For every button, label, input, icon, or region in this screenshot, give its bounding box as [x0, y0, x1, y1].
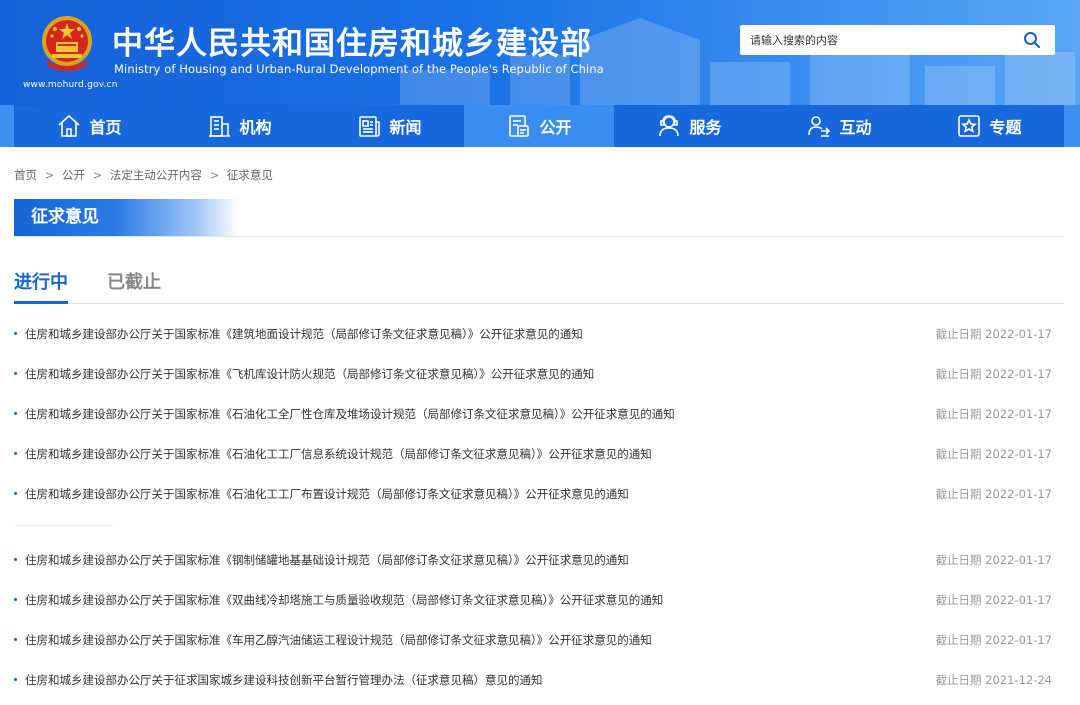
list-item-title[interactable]: 住房和城乡建设部办公厅关于征求国家城乡建设科技创新平台暂行管理办法（征求意见稿）… [25, 672, 543, 688]
bullet-dot [14, 638, 17, 641]
list-item[interactable]: 住房和城乡建设部办公厅关于国家标准《建筑地面设计规范（局部修订条文征求意见稿）》… [14, 316, 1054, 352]
search-icon[interactable] [1023, 31, 1041, 49]
nav-item-label: 机构 [239, 118, 272, 137]
list-item-date: 截止日期 2022-01-17 [935, 553, 1053, 567]
home-icon [58, 115, 81, 137]
site-header: www.mohurd.gov.cn 中华人民共和国住房和城乡建设部 Minist… [0, 0, 1080, 105]
nav-item-label: 互动 [839, 118, 872, 137]
list-item-date: 截止日期 2022-01-17 [935, 633, 1053, 647]
list-item[interactable]: 住房和城乡建设部办公厅关于国家标准《飞机库设计防火规范（局部修订条文征求意见稿）… [14, 356, 1054, 392]
list-item[interactable]: 住房和城乡建设部办公厅关于国家标准《双曲线冷却塔施工与质量验收规范（局部修订条文… [14, 582, 1054, 618]
site-title-english: Ministry of Housing and Urban-Rural Deve… [114, 62, 604, 76]
list-item-title[interactable]: 住房和城乡建设部办公厅关于国家标准《石油化工工厂布置设计规范（局部修订条文征求意… [25, 486, 629, 502]
list-item-date: 截止日期 2021-12-24 [935, 673, 1053, 687]
bullet-dot [14, 412, 17, 415]
nav-item-organization[interactable]: 机构 [164, 105, 314, 147]
site-title-chinese: 中华人民共和国住房和城乡建设部 [112, 26, 592, 62]
nav-item-label: 首页 [89, 118, 122, 137]
list-item[interactable]: 住房和城乡建设部办公厅关于国家标准《石油化工工厂信息系统设计规范（局部修订条文征… [14, 436, 1054, 472]
list-item[interactable]: 住房和城乡建设部办公厅关于征求国家城乡建设科技创新平台暂行管理办法（征求意见稿）… [14, 662, 1054, 698]
list-item-title[interactable]: 住房和城乡建设部办公厅关于国家标准《石油化工工厂信息系统设计规范（局部修订条文征… [25, 446, 652, 462]
list-item-title[interactable]: 住房和城乡建设部办公厅关于国家标准《钢制储罐地基基础设计规范（局部修订条文征求意… [25, 552, 629, 568]
list-item-date: 截止日期 2022-01-17 [935, 487, 1053, 501]
bullet-dot [14, 678, 17, 681]
search-input[interactable] [750, 31, 1010, 49]
main-nav-bar: 首页 机构 新闻 公开 服务 互动 专题 [14, 105, 1064, 147]
list-item-date: 截止日期 2022-01-17 [935, 593, 1053, 607]
list-item-title[interactable]: 住房和城乡建设部办公厅关于国家标准《建筑地面设计规范（局部修订条文征求意见稿）》… [25, 326, 583, 342]
interaction-icon [808, 116, 831, 137]
nav-item-interaction[interactable]: 互动 [764, 105, 914, 147]
tab-closed[interactable]: 已截止 [107, 268, 161, 304]
breadcrumb-statutory-disclosure[interactable]: 法定主动公开内容 [110, 168, 202, 182]
list-item[interactable]: 住房和城乡建设部办公厅关于国家标准《钢制储罐地基基础设计规范（局部修订条文征求意… [14, 542, 1054, 578]
list-group-divider [14, 525, 114, 526]
list-item-title[interactable]: 住房和城乡建设部办公厅关于国家标准《车用乙醇汽油储运工程设计规范（局部修订条文征… [25, 632, 652, 648]
nav-item-home[interactable]: 首页 [14, 105, 164, 147]
list-item-title[interactable]: 住房和城乡建设部办公厅关于国家标准《双曲线冷却塔施工与质量验收规范（局部修订条文… [25, 592, 663, 608]
nav-item-disclosure[interactable]: 公开 [464, 105, 614, 147]
bullet-dot [14, 452, 17, 455]
list-item[interactable]: 住房和城乡建设部办公厅关于国家标准《石油化工全厂性仓库及堆场设计规范（局部修订条… [14, 396, 1054, 432]
bullet-dot [14, 558, 17, 561]
nav-item-label: 新闻 [389, 118, 422, 137]
nav-item-label: 专题 [989, 118, 1022, 137]
section-title: 征求意见 [14, 199, 239, 236]
topic-star-icon [958, 115, 981, 137]
breadcrumb-disclosure[interactable]: 公开 [62, 168, 85, 182]
service-icon [659, 115, 680, 137]
list-item-date: 截止日期 2022-01-17 [935, 367, 1053, 381]
search-box [740, 25, 1055, 55]
nav-item-label: 服务 [689, 118, 722, 137]
tab-in-progress[interactable]: 进行中 [14, 268, 68, 304]
nav-item-topic[interactable]: 专题 [914, 105, 1064, 147]
nav-item-service[interactable]: 服务 [614, 105, 764, 147]
breadcrumb-separator: > [44, 168, 55, 182]
news-icon [359, 116, 381, 137]
disclosure-icon [509, 115, 530, 137]
list-item-title[interactable]: 住房和城乡建设部办公厅关于国家标准《飞机库设计防火规范（局部修订条文征求意见稿）… [25, 366, 594, 382]
site-url: www.mohurd.gov.cn [23, 80, 118, 90]
bullet-dot [14, 372, 17, 375]
breadcrumb-consultation[interactable]: 征求意见 [227, 168, 273, 182]
list-item-title[interactable]: 住房和城乡建设部办公厅关于国家标准《石油化工全厂性仓库及堆场设计规范（局部修订条… [25, 406, 675, 422]
section-header: 征求意见 [14, 199, 1064, 237]
main-nav: 首页 机构 新闻 公开 服务 互动 专题 [0, 105, 1080, 147]
breadcrumb: 首页 > 公开 > 法定主动公开内容 > 征求意见 [14, 167, 273, 183]
nav-item-news[interactable]: 新闻 [314, 105, 464, 147]
list-item-date: 截止日期 2022-01-17 [935, 407, 1053, 421]
list-item-date: 截止日期 2022-01-17 [935, 327, 1053, 341]
list-item-date: 截止日期 2022-01-17 [935, 447, 1053, 461]
bullet-dot [14, 492, 17, 495]
status-tabs: 进行中 已截止 [14, 262, 1064, 304]
list-item[interactable]: 住房和城乡建设部办公厅关于国家标准《车用乙醇汽油储运工程设计规范（局部修订条文征… [14, 622, 1054, 658]
bullet-dot [14, 598, 17, 601]
list-item[interactable]: 住房和城乡建设部办公厅关于国家标准《石油化工工厂布置设计规范（局部修订条文征求意… [14, 476, 1054, 512]
bullet-dot [14, 332, 17, 335]
breadcrumb-separator: > [92, 168, 103, 182]
breadcrumb-home[interactable]: 首页 [14, 168, 37, 182]
building-icon [209, 116, 231, 137]
national-emblem-icon [42, 16, 92, 71]
breadcrumb-separator: > [209, 168, 220, 182]
nav-item-label: 公开 [539, 118, 572, 137]
